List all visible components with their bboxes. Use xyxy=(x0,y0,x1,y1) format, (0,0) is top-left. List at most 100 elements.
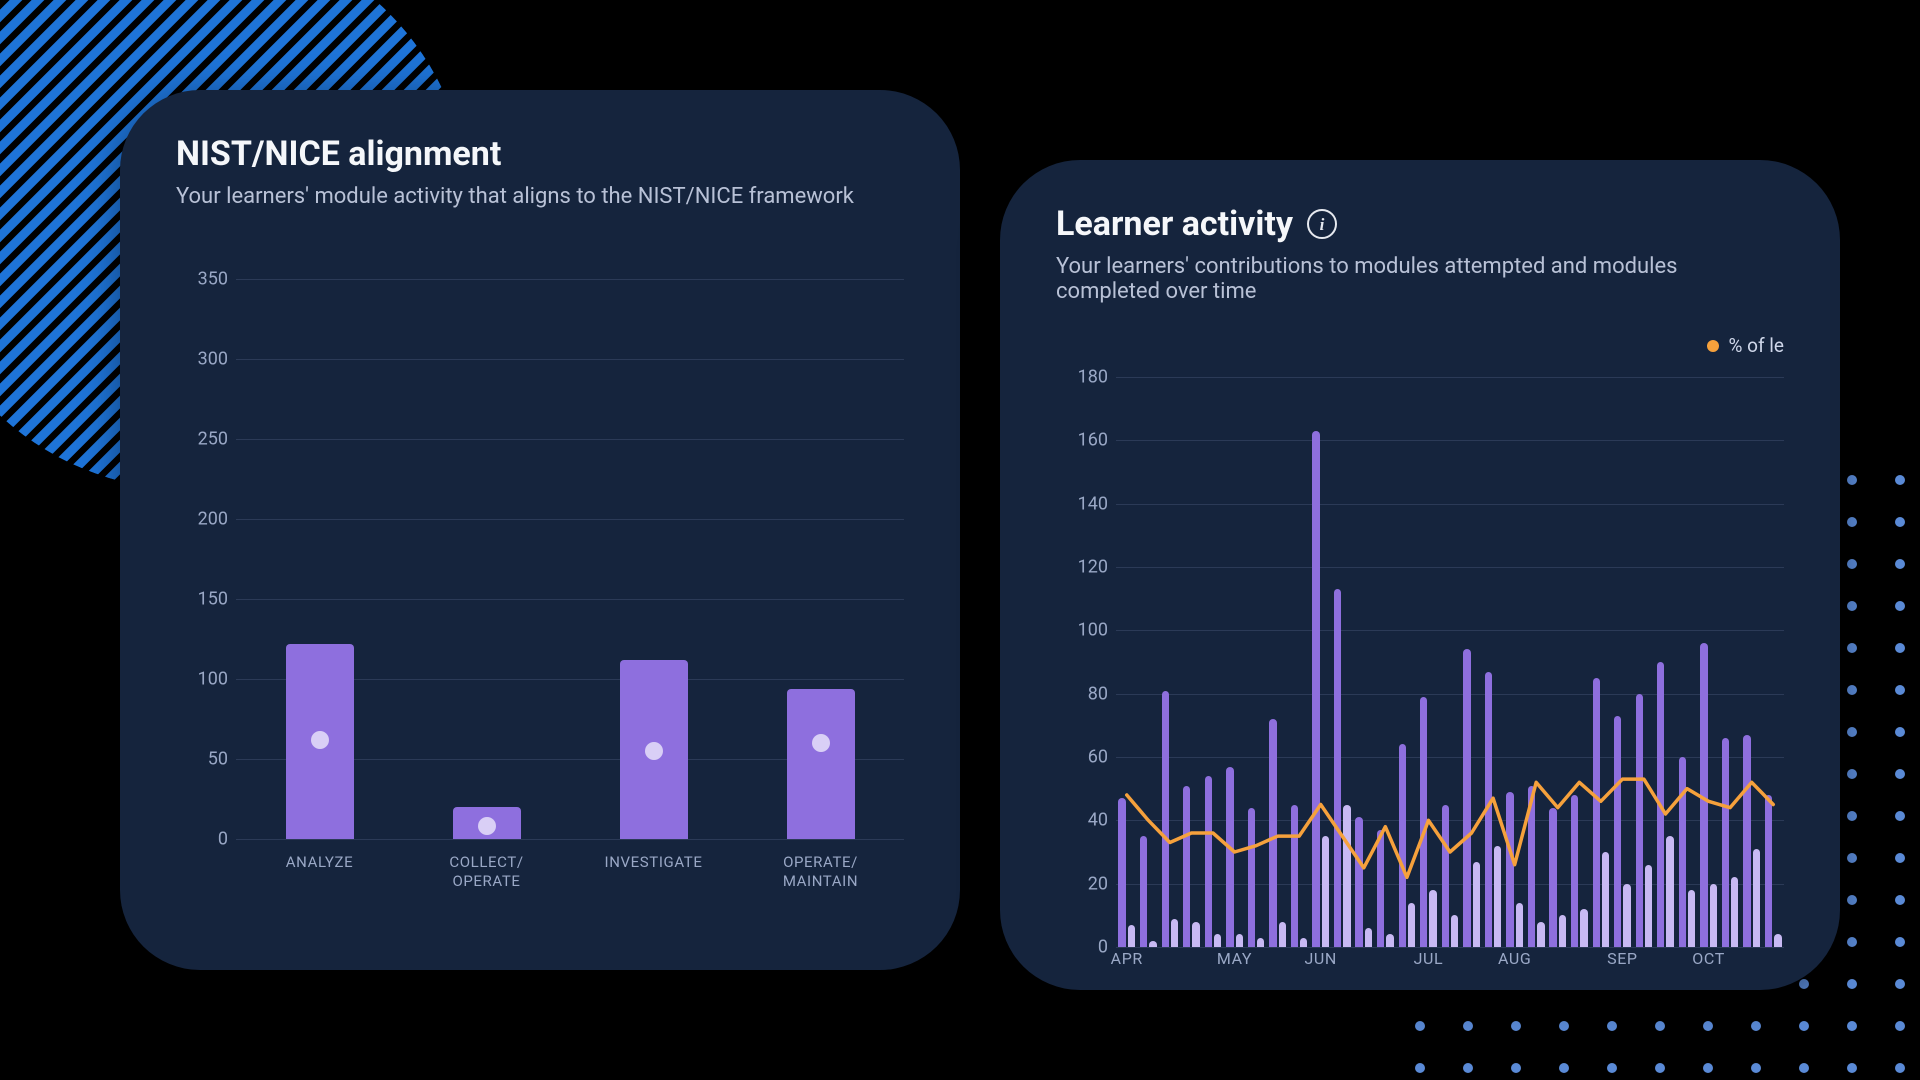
activity-bar-attempted xyxy=(1528,786,1535,948)
activity-bar-completed xyxy=(1257,938,1264,948)
activity-bar-attempted xyxy=(1679,757,1686,947)
activity-bar-completed xyxy=(1688,890,1695,947)
activity-bar-attempted xyxy=(1355,817,1362,947)
activity-ytick: 60 xyxy=(1056,747,1108,768)
activity-title: Learner activity xyxy=(1056,204,1293,244)
activity-bar-attempted xyxy=(1334,589,1341,947)
activity-bar-attempted xyxy=(1269,719,1276,947)
activity-bar-completed xyxy=(1214,934,1221,947)
nist-bar xyxy=(787,689,855,839)
activity-bar-attempted xyxy=(1140,836,1147,947)
activity-bar-completed xyxy=(1236,934,1243,947)
activity-bar-completed xyxy=(1451,915,1458,947)
activity-bar-completed xyxy=(1322,836,1329,947)
activity-bar-completed xyxy=(1365,928,1372,947)
activity-bar-attempted xyxy=(1765,795,1772,947)
info-icon[interactable]: i xyxy=(1307,209,1337,239)
activity-ytick: 180 xyxy=(1056,367,1108,388)
activity-bar-attempted xyxy=(1614,716,1621,947)
activity-bar-attempted xyxy=(1485,672,1492,948)
activity-bar-completed xyxy=(1602,852,1609,947)
nist-subtitle: Your learners' module activity that alig… xyxy=(176,184,904,209)
activity-bar-completed xyxy=(1774,934,1781,947)
activity-ytick: 0 xyxy=(1056,937,1108,958)
activity-month-label: MAY xyxy=(1217,949,1252,968)
activity-bar-completed xyxy=(1537,922,1544,947)
activity-month-label: JUN xyxy=(1304,949,1336,968)
activity-bar-completed xyxy=(1128,925,1135,947)
nist-xlabel: ANALYZE xyxy=(236,839,403,891)
activity-bar-completed xyxy=(1753,849,1760,947)
stage: NIST/NICE alignment Your learners' modul… xyxy=(0,0,1920,1080)
activity-ytick: 120 xyxy=(1056,557,1108,578)
activity-bar-attempted xyxy=(1657,662,1664,947)
activity-bar-attempted xyxy=(1636,694,1643,947)
activity-bar-attempted xyxy=(1593,678,1600,947)
activity-ytick: 20 xyxy=(1056,873,1108,894)
nist-marker-dot xyxy=(478,817,496,835)
nist-marker-dot xyxy=(812,734,830,752)
nist-xlabel: INVESTIGATE xyxy=(570,839,737,891)
activity-bar-attempted xyxy=(1205,776,1212,947)
activity-bar-completed xyxy=(1666,836,1673,947)
activity-ytick: 140 xyxy=(1056,493,1108,514)
legend-dot-orange xyxy=(1707,340,1719,352)
activity-bar-attempted xyxy=(1226,767,1233,948)
nist-ytick: 350 xyxy=(176,269,228,290)
nist-ytick: 200 xyxy=(176,509,228,530)
activity-month-label: JUL xyxy=(1414,949,1444,968)
activity-bar-completed xyxy=(1386,934,1393,947)
activity-bar-attempted xyxy=(1118,798,1125,947)
activity-legend: % of le xyxy=(1056,334,1784,357)
activity-ytick: 100 xyxy=(1056,620,1108,641)
activity-bar-attempted xyxy=(1162,691,1169,948)
activity-bar-attempted xyxy=(1743,735,1750,947)
nist-marker-dot xyxy=(311,731,329,749)
nist-alignment-card: NIST/NICE alignment Your learners' modul… xyxy=(120,90,960,970)
activity-bar-completed xyxy=(1343,805,1350,948)
nist-ytick: 300 xyxy=(176,349,228,370)
activity-bar-completed xyxy=(1192,922,1199,947)
activity-bar-attempted xyxy=(1377,830,1384,947)
nist-ytick: 50 xyxy=(176,749,228,770)
activity-bar-completed xyxy=(1580,909,1587,947)
activity-bar-attempted xyxy=(1420,697,1427,947)
nist-marker-dot xyxy=(645,742,663,760)
activity-ytick: 80 xyxy=(1056,683,1108,704)
activity-bar-attempted xyxy=(1571,795,1578,947)
activity-ytick: 160 xyxy=(1056,430,1108,451)
activity-bar-completed xyxy=(1473,862,1480,948)
nist-ytick: 0 xyxy=(176,829,228,850)
activity-bar-attempted xyxy=(1183,786,1190,948)
activity-bar-completed xyxy=(1429,890,1436,947)
activity-bar-completed xyxy=(1408,903,1415,947)
activity-bar-completed xyxy=(1623,884,1630,947)
activity-chart: 020406080100120140160180 APRMAYJUNJULAUG… xyxy=(1056,377,1784,947)
activity-bar-attempted xyxy=(1312,431,1319,947)
activity-bar-completed xyxy=(1559,915,1566,947)
nist-title: NIST/NICE alignment xyxy=(176,134,904,174)
activity-bar-completed xyxy=(1279,922,1286,947)
activity-bar-completed xyxy=(1171,919,1178,948)
learner-activity-card: Learner activity i Your learners' contri… xyxy=(1000,160,1840,990)
activity-bar-completed xyxy=(1710,884,1717,947)
activity-bar-attempted xyxy=(1463,649,1470,947)
activity-bar-completed xyxy=(1300,938,1307,948)
activity-bar-attempted xyxy=(1506,792,1513,947)
activity-month-label: AUG xyxy=(1498,949,1531,968)
activity-bar-attempted xyxy=(1722,738,1729,947)
activity-bar-completed xyxy=(1149,941,1156,947)
activity-bar-attempted xyxy=(1291,805,1298,948)
activity-bar-attempted xyxy=(1442,805,1449,948)
activity-month-label: APR xyxy=(1111,949,1143,968)
nist-chart: 050100150200250300350 ANALYZECOLLECT/OPE… xyxy=(176,279,904,839)
activity-ytick: 40 xyxy=(1056,810,1108,831)
nist-xlabel: OPERATE/MAINTAIN xyxy=(737,839,904,891)
activity-bar-completed xyxy=(1645,865,1652,947)
activity-bar-attempted xyxy=(1549,808,1556,947)
activity-bar-completed xyxy=(1731,877,1738,947)
activity-month-label: SEP xyxy=(1607,949,1638,968)
legend-pct-label: % of le xyxy=(1729,334,1784,357)
activity-subtitle: Your learners' contributions to modules … xyxy=(1056,254,1784,304)
nist-ytick: 250 xyxy=(176,429,228,450)
